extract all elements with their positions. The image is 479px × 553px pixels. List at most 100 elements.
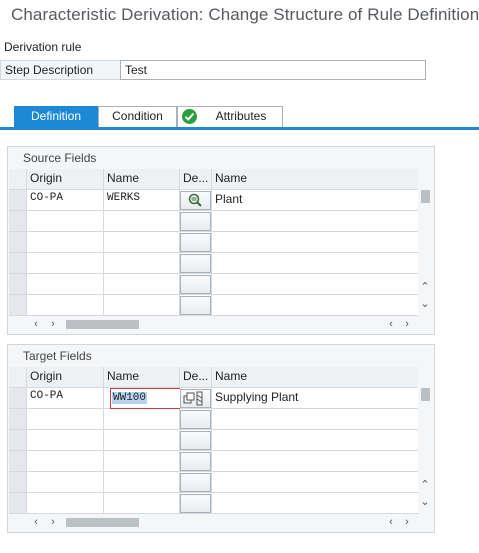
row-selector[interactable] xyxy=(9,409,27,430)
col-description-button[interactable]: De... xyxy=(180,169,212,190)
scroll-up-icon[interactable]: ⌃ xyxy=(418,479,432,491)
table-row[interactable] xyxy=(9,430,419,451)
table-row[interactable]: CO-PA WERKS Plant xyxy=(9,190,419,211)
name-cell[interactable] xyxy=(104,253,180,274)
scroll-right-end-icon[interactable]: › xyxy=(400,516,414,528)
name-cell[interactable] xyxy=(104,232,180,253)
vertical-scrollbar[interactable]: ⌃ ⌄ xyxy=(418,367,432,514)
detail-button[interactable] xyxy=(180,473,211,492)
col-name[interactable]: Name xyxy=(104,367,180,388)
target-fields-panel: Target Fields Origin Name De... Name CO-… xyxy=(7,344,435,533)
scroll-right-icon[interactable]: › xyxy=(46,318,60,330)
detail-cell xyxy=(180,211,212,232)
detail-button[interactable] xyxy=(180,410,211,429)
name-cell[interactable] xyxy=(104,451,180,472)
table-row[interactable]: CO-PA WW100 Supplying Plant xyxy=(9,388,419,409)
col-name[interactable]: Name xyxy=(104,169,180,190)
scroll-right-icon[interactable]: › xyxy=(46,516,60,528)
scroll-down-icon[interactable]: ⌄ xyxy=(418,298,432,310)
row-selector[interactable] xyxy=(9,388,27,409)
vertical-scrollbar[interactable]: ⌃ ⌄ xyxy=(418,169,432,316)
scroll-left-icon[interactable]: ‹ xyxy=(29,318,43,330)
name-cell[interactable] xyxy=(104,211,180,232)
table-row[interactable] xyxy=(9,274,419,295)
col-description[interactable]: Name xyxy=(212,169,419,190)
table-header: Origin Name De... Name xyxy=(9,169,419,190)
detail-button[interactable] xyxy=(180,233,211,252)
col-description-button[interactable]: De... xyxy=(180,367,212,388)
row-selector[interactable] xyxy=(9,295,27,316)
detail-cell xyxy=(180,493,212,514)
description-cell: Plant xyxy=(212,190,419,211)
origin-cell xyxy=(27,253,104,274)
step-description-input[interactable]: Test xyxy=(120,60,426,80)
origin-cell xyxy=(27,472,104,493)
tab-condition[interactable]: Condition xyxy=(98,106,177,127)
row-selector[interactable] xyxy=(9,274,27,295)
name-cell[interactable] xyxy=(104,295,180,316)
name-cell[interactable] xyxy=(104,274,180,295)
name-cell[interactable] xyxy=(104,409,180,430)
table-row[interactable] xyxy=(9,253,419,274)
table-row[interactable] xyxy=(9,295,419,316)
page-title: Characteristic Derivation: Change Struct… xyxy=(11,5,479,24)
name-cell[interactable] xyxy=(104,493,180,514)
description-cell xyxy=(212,232,419,253)
row-selector[interactable] xyxy=(9,430,27,451)
tab-definition[interactable]: Definition xyxy=(14,106,98,127)
horizontal-scroll-thumb[interactable] xyxy=(66,320,139,329)
detail-button[interactable] xyxy=(180,296,211,315)
derivation-rule-label: Derivation rule xyxy=(4,40,82,54)
row-selector[interactable] xyxy=(9,253,27,274)
row-selector[interactable] xyxy=(9,472,27,493)
row-selector[interactable] xyxy=(9,451,27,472)
origin-cell xyxy=(27,451,104,472)
copy-pattern-icon[interactable] xyxy=(180,389,211,408)
detail-button[interactable] xyxy=(180,254,211,273)
horizontal-scrollbar[interactable]: ‹ › ‹ › xyxy=(26,515,416,529)
name-edit-field[interactable]: WW100 xyxy=(110,388,186,409)
search-detail-icon[interactable] xyxy=(180,191,211,210)
tab-underline xyxy=(0,127,479,130)
row-selector-header[interactable] xyxy=(9,169,27,190)
description-cell xyxy=(212,451,419,472)
col-origin[interactable]: Origin xyxy=(27,367,104,388)
detail-button[interactable] xyxy=(180,212,211,231)
table-row[interactable] xyxy=(9,409,419,430)
row-selector[interactable] xyxy=(9,232,27,253)
row-selector[interactable] xyxy=(9,190,27,211)
table-row[interactable] xyxy=(9,493,419,514)
row-selector-header[interactable] xyxy=(9,367,27,388)
scroll-left-end-icon[interactable]: ‹ xyxy=(384,516,398,528)
horizontal-scroll-thumb[interactable] xyxy=(66,518,139,527)
row-selector[interactable] xyxy=(9,211,27,232)
detail-cell xyxy=(180,295,212,316)
row-selector[interactable] xyxy=(9,493,27,514)
table-row[interactable] xyxy=(9,472,419,493)
scroll-up-icon[interactable]: ⌃ xyxy=(418,281,432,293)
name-cell[interactable] xyxy=(104,430,180,451)
detail-button[interactable] xyxy=(180,431,211,450)
name-cell[interactable]: WERKS xyxy=(104,190,180,211)
table-row[interactable] xyxy=(9,232,419,253)
detail-button[interactable] xyxy=(180,494,211,513)
source-fields-panel: Source Fields Origin Name De... Name CO-… xyxy=(7,146,435,335)
tab-definition-label: Definition xyxy=(30,109,82,123)
detail-button[interactable] xyxy=(180,452,211,471)
detail-cell xyxy=(180,253,212,274)
col-description[interactable]: Name xyxy=(212,367,419,388)
table-row[interactable] xyxy=(9,451,419,472)
tab-attributes[interactable]: Attributes xyxy=(177,106,283,127)
vertical-scroll-thumb[interactable] xyxy=(421,388,430,401)
vertical-scroll-thumb[interactable] xyxy=(421,190,430,203)
table-row[interactable] xyxy=(9,211,419,232)
scroll-right-end-icon[interactable]: › xyxy=(400,318,414,330)
horizontal-scrollbar[interactable]: ‹ › ‹ › xyxy=(26,317,416,331)
scroll-down-icon[interactable]: ⌄ xyxy=(418,496,432,508)
detail-button[interactable] xyxy=(180,275,211,294)
description-cell xyxy=(212,493,419,514)
name-cell[interactable] xyxy=(104,472,180,493)
scroll-left-icon[interactable]: ‹ xyxy=(29,516,43,528)
col-origin[interactable]: Origin xyxy=(27,169,104,190)
scroll-left-end-icon[interactable]: ‹ xyxy=(384,318,398,330)
